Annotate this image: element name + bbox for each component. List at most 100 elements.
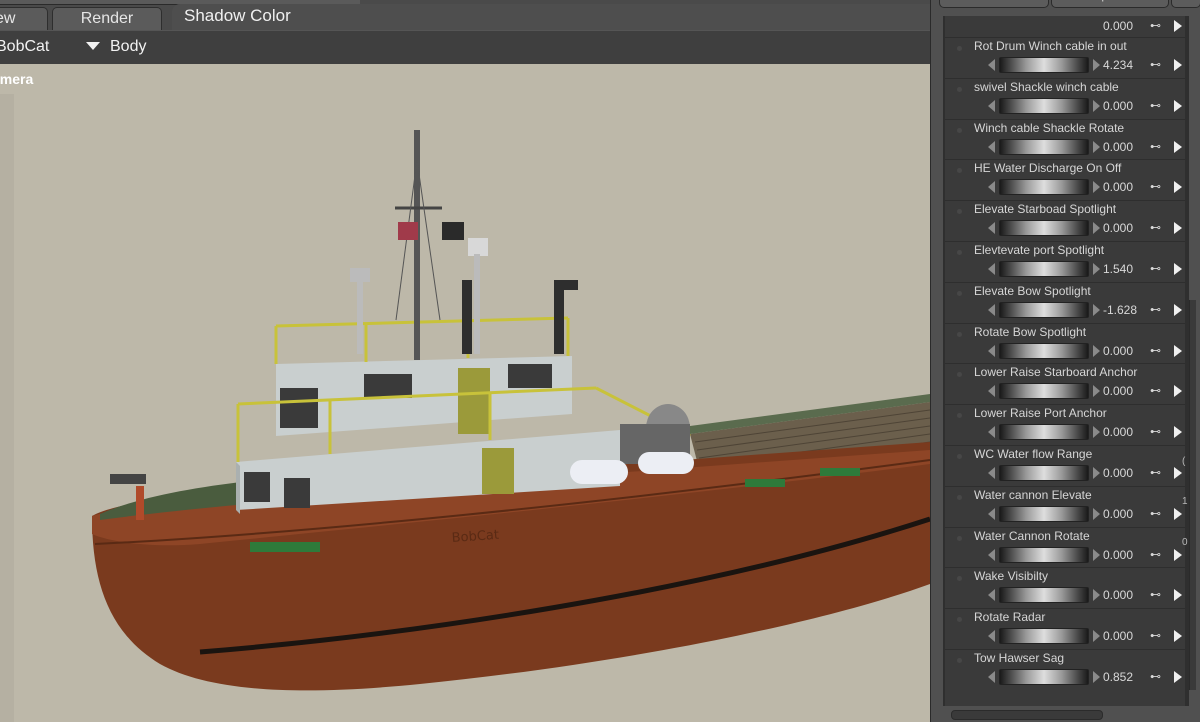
key-icon[interactable]: ⊷: [1150, 549, 1172, 561]
parameter-value[interactable]: 1.540: [1103, 262, 1153, 276]
decrement-arrow-icon[interactable]: [988, 59, 995, 71]
decrement-arrow-icon[interactable]: [988, 549, 995, 561]
increment-arrow-icon[interactable]: [1093, 467, 1100, 479]
parameter-value[interactable]: 0.000: [1103, 344, 1153, 358]
body-part-dropdown[interactable]: Body: [86, 38, 146, 56]
decrement-arrow-icon[interactable]: [988, 181, 995, 193]
decrement-arrow-icon[interactable]: [988, 589, 995, 601]
play-icon[interactable]: [1174, 20, 1182, 32]
play-icon[interactable]: [1174, 100, 1182, 112]
increment-arrow-icon[interactable]: [1093, 630, 1100, 642]
play-icon[interactable]: [1174, 59, 1182, 71]
parameter-value[interactable]: -1.628: [1103, 303, 1153, 317]
parameter-dial[interactable]: [999, 383, 1089, 399]
increment-arrow-icon[interactable]: [1093, 508, 1100, 520]
key-icon[interactable]: ⊷: [1150, 345, 1172, 357]
play-icon[interactable]: [1174, 222, 1182, 234]
key-icon[interactable]: ⊷: [1150, 671, 1172, 683]
parameter-value[interactable]: 0.000: [1103, 548, 1153, 562]
decrement-arrow-icon[interactable]: [988, 345, 995, 357]
increment-arrow-icon[interactable]: [1093, 426, 1100, 438]
parameter-value[interactable]: 0.000: [1103, 99, 1153, 113]
parameter-dial[interactable]: [999, 139, 1089, 155]
parameter-dial[interactable]: [999, 587, 1089, 603]
decrement-arrow-icon[interactable]: [988, 385, 995, 397]
parameter-dial[interactable]: [999, 424, 1089, 440]
parameter-value[interactable]: 0.000: [1103, 425, 1153, 439]
parameter-value[interactable]: 0.000: [1103, 180, 1153, 194]
parameter-dial[interactable]: [999, 465, 1089, 481]
increment-arrow-icon[interactable]: [1093, 671, 1100, 683]
decrement-arrow-icon[interactable]: [988, 467, 995, 479]
decrement-arrow-icon[interactable]: [988, 222, 995, 234]
play-icon[interactable]: [1174, 263, 1182, 275]
play-icon[interactable]: [1174, 304, 1182, 316]
play-icon[interactable]: [1174, 345, 1182, 357]
decrement-arrow-icon[interactable]: [988, 263, 995, 275]
tab-render[interactable]: Render: [52, 7, 162, 30]
parameter-dial[interactable]: [999, 547, 1089, 563]
parameter-dial[interactable]: [999, 506, 1089, 522]
decrement-arrow-icon[interactable]: [988, 630, 995, 642]
key-icon[interactable]: ⊷: [1150, 222, 1172, 234]
increment-arrow-icon[interactable]: [1093, 345, 1100, 357]
key-icon[interactable]: ⊷: [1150, 385, 1172, 397]
play-icon[interactable]: [1174, 589, 1182, 601]
play-icon[interactable]: [1174, 549, 1182, 561]
increment-arrow-icon[interactable]: [1093, 222, 1100, 234]
parameter-value[interactable]: 4.234: [1103, 58, 1153, 72]
increment-arrow-icon[interactable]: [1093, 100, 1100, 112]
decrement-arrow-icon[interactable]: [988, 508, 995, 520]
parameter-dial[interactable]: [999, 302, 1089, 318]
play-icon[interactable]: [1174, 630, 1182, 642]
parameter-value[interactable]: 0.000: [1103, 19, 1153, 33]
increment-arrow-icon[interactable]: [1093, 549, 1100, 561]
parameter-dial[interactable]: [999, 669, 1089, 685]
figure-selector[interactable]: BobCat: [0, 38, 49, 56]
key-icon[interactable]: ⊷: [1150, 426, 1172, 438]
parameter-dial[interactable]: [999, 343, 1089, 359]
parameter-value[interactable]: 0.000: [1103, 384, 1153, 398]
parameter-value[interactable]: 0.000: [1103, 140, 1153, 154]
increment-arrow-icon[interactable]: [1093, 59, 1100, 71]
parameter-dial[interactable]: [999, 57, 1089, 73]
key-icon[interactable]: ⊷: [1150, 20, 1172, 32]
horizontal-scrollbar[interactable]: [951, 710, 1103, 720]
key-icon[interactable]: ⊷: [1150, 181, 1172, 193]
key-icon[interactable]: ⊷: [1150, 59, 1172, 71]
parameter-dial[interactable]: [999, 98, 1089, 114]
parameter-value[interactable]: 0.000: [1103, 221, 1153, 235]
play-icon[interactable]: [1174, 508, 1182, 520]
key-icon[interactable]: ⊷: [1150, 630, 1172, 642]
parameter-value[interactable]: 0.000: [1103, 507, 1153, 521]
parameter-dial[interactable]: [999, 628, 1089, 644]
increment-arrow-icon[interactable]: [1093, 181, 1100, 193]
play-icon[interactable]: [1174, 141, 1182, 153]
key-icon[interactable]: ⊷: [1150, 141, 1172, 153]
tab-preview[interactable]: ew: [0, 7, 48, 30]
key-icon[interactable]: ⊷: [1150, 589, 1172, 601]
shadow-color-button[interactable]: Shadow Color: [172, 4, 932, 30]
decrement-arrow-icon[interactable]: [988, 671, 995, 683]
key-icon[interactable]: ⊷: [1150, 304, 1172, 316]
increment-arrow-icon[interactable]: [1093, 141, 1100, 153]
parameter-dial[interactable]: [999, 179, 1089, 195]
increment-arrow-icon[interactable]: [1093, 589, 1100, 601]
parameter-value[interactable]: 0.000: [1103, 629, 1153, 643]
document-viewport[interactable]: BobCat amera: [0, 64, 930, 722]
increment-arrow-icon[interactable]: [1093, 263, 1100, 275]
key-icon[interactable]: ⊷: [1150, 508, 1172, 520]
play-icon[interactable]: [1174, 671, 1182, 683]
play-icon[interactable]: [1174, 385, 1182, 397]
play-icon[interactable]: [1174, 426, 1182, 438]
parameter-value[interactable]: 0.852: [1103, 670, 1153, 684]
parameter-value[interactable]: 0.000: [1103, 588, 1153, 602]
parameter-dial[interactable]: [999, 220, 1089, 236]
decrement-arrow-icon[interactable]: [988, 141, 995, 153]
decrement-arrow-icon[interactable]: [988, 426, 995, 438]
play-icon[interactable]: [1174, 181, 1182, 193]
parameter-value[interactable]: 0.000: [1103, 466, 1153, 480]
play-icon[interactable]: [1174, 467, 1182, 479]
parameter-dial[interactable]: [999, 261, 1089, 277]
vertical-scrollbar[interactable]: [1189, 300, 1196, 690]
